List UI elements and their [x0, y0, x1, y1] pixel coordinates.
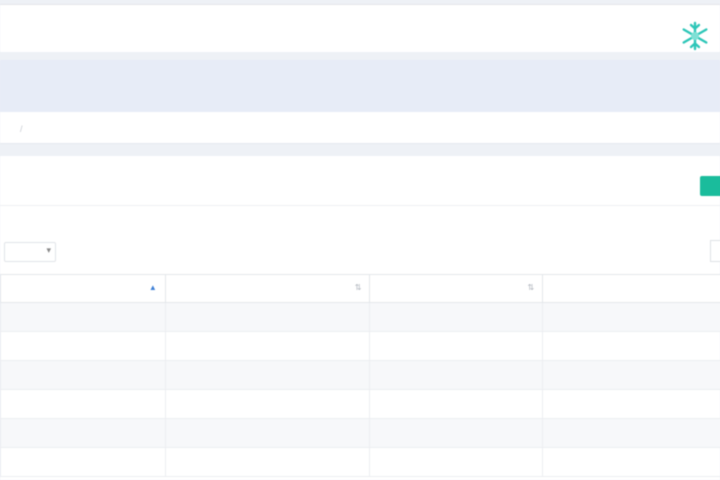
table-cell [164, 331, 371, 361]
table-cell [164, 447, 371, 477]
table-cell [369, 389, 544, 419]
top-navbar [0, 4, 720, 52]
table-cell [369, 331, 544, 361]
table-cell [164, 418, 371, 448]
row-name-link[interactable] [0, 389, 166, 419]
column-header-1[interactable]: ▲ [0, 274, 166, 303]
row-name-link[interactable] [0, 360, 166, 390]
row-name-link[interactable] [0, 302, 166, 332]
table-cell [542, 360, 720, 390]
column-header-4[interactable] [542, 274, 720, 303]
table-row [0, 302, 720, 332]
table-header-row: ▲ ⇅ ⇅ [0, 274, 720, 303]
row-name-link[interactable] [0, 418, 166, 448]
add-button[interactable] [700, 176, 720, 196]
sort-icon: ⇅ [354, 283, 362, 292]
table-cell [542, 418, 720, 448]
sort-icon: ⇅ [527, 283, 535, 292]
table-cell [542, 447, 720, 477]
page-length-select[interactable]: ▾ [4, 242, 56, 262]
table-row [0, 447, 720, 477]
breadcrumb-separator: / [20, 124, 23, 134]
table-cell [369, 302, 544, 332]
panel-header [0, 156, 720, 206]
sort-icon: ▲ [148, 283, 157, 292]
table-row [0, 360, 720, 390]
table-row [0, 418, 720, 448]
snowflake-logo-icon[interactable] [678, 19, 712, 53]
breadcrumb: / [0, 112, 720, 144]
table-cell [542, 302, 720, 332]
content-panel: ▾ ▲ ⇅ ⇅ [0, 156, 720, 480]
row-name-link[interactable] [0, 447, 166, 477]
column-header-2[interactable]: ⇅ [164, 274, 371, 303]
row-name-link[interactable] [0, 331, 166, 361]
table-cell [369, 418, 544, 448]
table-cell [164, 360, 371, 390]
table-cell [542, 389, 720, 419]
table-cell [369, 360, 544, 390]
data-table: ▲ ⇅ ⇅ [0, 274, 720, 477]
table-cell [542, 331, 720, 361]
table-row [0, 389, 720, 419]
table-row [0, 331, 720, 361]
table-cell [369, 447, 544, 477]
search-input[interactable] [710, 240, 720, 262]
column-header-3[interactable]: ⇅ [369, 274, 544, 303]
chevron-down-icon: ▾ [46, 245, 51, 255]
table-cell [164, 389, 371, 419]
page-header-band [0, 60, 720, 112]
table-cell [164, 302, 371, 332]
